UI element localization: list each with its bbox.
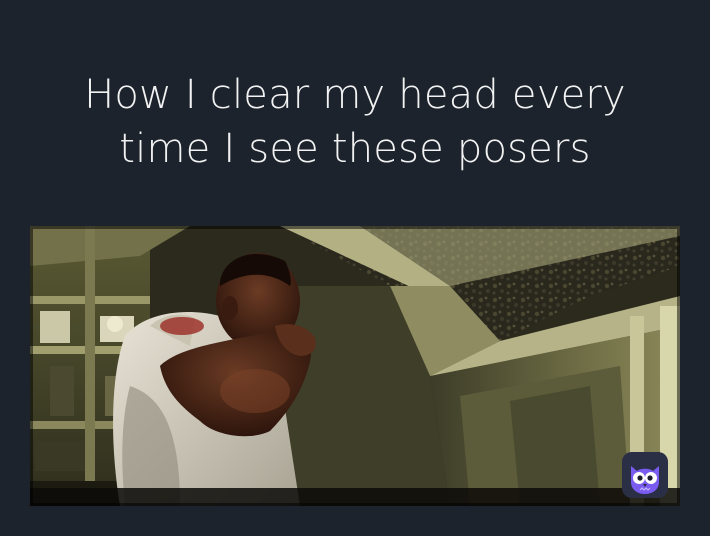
- meme-caption: How I clear my head every time I see the…: [84, 72, 626, 172]
- meme-page: How I clear my head every time I see the…: [0, 0, 710, 536]
- owl-icon: [622, 452, 668, 498]
- meme-photo: [30, 226, 680, 506]
